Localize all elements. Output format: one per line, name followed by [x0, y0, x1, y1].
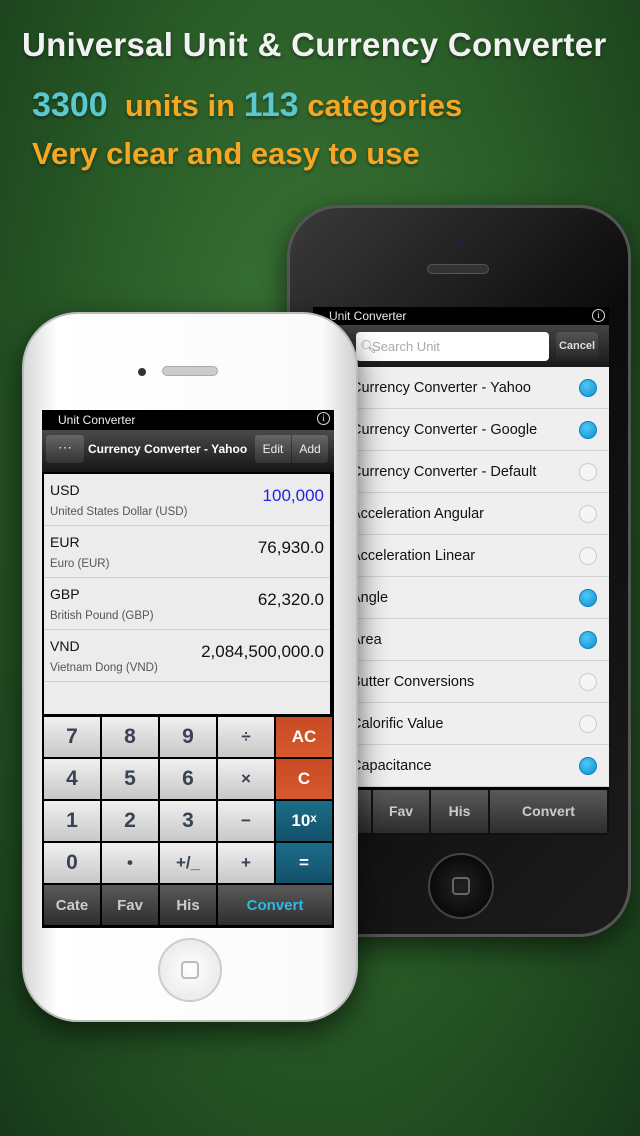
keypad: 7 8 9 ÷ AC 4 5 6 × C 1 2 3−10ˣ 0 • +/_ + = Cate Fav His Conve… [44, 717, 332, 925]
category-label: Currency Converter - Default [351, 464, 537, 480]
tab-his[interactable]: His [431, 790, 488, 833]
key-five[interactable]: 5 [102, 759, 158, 799]
key-two[interactable]: 2 [102, 801, 158, 841]
category-label: Acceleration Angular [351, 506, 484, 522]
key-seven[interactable]: 7 [44, 717, 100, 757]
tab-convert[interactable]: Convert [490, 790, 607, 833]
tagline: Very clear and easy to use [32, 136, 420, 171]
speaker-icon [427, 264, 489, 274]
category-label: Calorific Value [351, 716, 444, 732]
headline-units: 3300 units in 113 categories [32, 86, 462, 125]
key-zero[interactable]: 0 [44, 843, 100, 883]
speaker-icon [162, 366, 218, 376]
unselected-dot-icon[interactable] [579, 715, 597, 733]
categories-text: categories [307, 88, 463, 123]
home-square-icon [181, 961, 199, 979]
currency-code: VND [50, 638, 80, 654]
currency-row[interactable]: EUR Euro (EUR) 76,930.0 [44, 526, 330, 578]
search-placeholder: Search Unit [372, 339, 440, 354]
search-input[interactable]: 🔍︎ Search Unit [356, 332, 549, 361]
currency-value: 2,084,500,000.0 [201, 642, 324, 661]
key-exponent[interactable]: 10ˣ [276, 801, 332, 841]
category-menu-button[interactable]: ⋯ [46, 435, 84, 463]
key-nine[interactable]: 9 [160, 717, 216, 757]
key-equals[interactable]: = [276, 843, 332, 883]
currency-value: 76,930.0 [257, 538, 324, 557]
selected-dot-icon[interactable] [579, 757, 597, 775]
home-button[interactable] [158, 938, 222, 1002]
edit-button[interactable]: Edit [255, 435, 291, 463]
category-label: Currency Converter - Yahoo [351, 380, 531, 396]
currency-value: 100,000 [262, 486, 324, 505]
currency-name: United States Dollar (USD) [50, 506, 188, 518]
currency-name: Vietnam Dong (VND) [50, 662, 158, 674]
toolbar-title: Currency Converter - Yahoo [88, 442, 248, 456]
selected-dot-icon[interactable] [579, 421, 597, 439]
cancel-button[interactable]: Cancel [556, 332, 598, 361]
tab-his[interactable]: His [160, 885, 216, 925]
unselected-dot-icon[interactable] [579, 673, 597, 691]
camera-icon [138, 368, 146, 376]
key-divide[interactable]: ÷ [218, 717, 274, 757]
dots-icon: ⋯ [58, 439, 72, 455]
key-minus[interactable]: − [218, 801, 274, 841]
currency-row[interactable]: USD United States Dollar (USD) 100,000 [44, 474, 330, 526]
currency-name: Euro (EUR) [50, 558, 110, 570]
status-title: Unit Converter [58, 413, 136, 427]
units-count: 3300 [32, 86, 108, 124]
toolbar: ⋯ Currency Converter - Yahoo Edit Add [42, 430, 334, 472]
status-bar: Unit Converter i [313, 307, 609, 325]
currency-code: GBP [50, 586, 80, 602]
currency-list: USD United States Dollar (USD) 100,000 EUR E… [44, 474, 330, 714]
currency-name: British Pound (GBP) [50, 610, 154, 622]
key-multiply[interactable]: × [218, 759, 274, 799]
unselected-dot-icon[interactable] [579, 463, 597, 481]
headline-title: Universal Unit & Currency Converter [22, 26, 607, 63]
key-all-clear[interactable]: AC [276, 717, 332, 757]
key-decimal[interactable]: • [102, 843, 158, 883]
key-six[interactable]: 6 [160, 759, 216, 799]
key-plus[interactable]: + [218, 843, 274, 883]
home-button[interactable] [428, 853, 494, 919]
key-clear[interactable]: C [276, 759, 332, 799]
currency-row[interactable]: GBP British Pound (GBP) 62,320.0 [44, 578, 330, 630]
selected-dot-icon[interactable] [579, 631, 597, 649]
tab-fav[interactable]: Fav [373, 790, 429, 833]
home-square-icon [452, 877, 470, 895]
category-label: Acceleration Linear [351, 548, 476, 564]
category-label: Butter Conversions [351, 674, 475, 690]
key-eight[interactable]: 8 [102, 717, 158, 757]
status-title: Unit Converter [329, 309, 407, 323]
tab-fav[interactable]: Fav [102, 885, 158, 925]
camera-icon [455, 236, 467, 248]
front-phone-screen: Unit Converter i ⋯ Currency Converter - Y… [42, 410, 334, 928]
key-one[interactable]: 1 [44, 801, 100, 841]
currency-code: USD [50, 482, 80, 498]
selected-dot-icon[interactable] [579, 379, 597, 397]
info-icon[interactable]: i [592, 309, 605, 322]
tab-cate[interactable]: Cate [44, 885, 100, 925]
key-four[interactable]: 4 [44, 759, 100, 799]
unselected-dot-icon[interactable] [579, 547, 597, 565]
unselected-dot-icon[interactable] [579, 505, 597, 523]
categories-count: 113 [243, 86, 299, 124]
currency-code: EUR [50, 534, 80, 550]
category-label: Capacitance [351, 758, 432, 774]
key-sign[interactable]: +/_ [160, 843, 216, 883]
status-bar: Unit Converter i [42, 410, 334, 430]
currency-row[interactable]: VND Vietnam Dong (VND) 2,084,500,000.0 [44, 630, 330, 682]
info-icon[interactable]: i [317, 412, 330, 425]
category-label: Currency Converter - Google [351, 422, 538, 438]
currency-value: 62,320.0 [257, 590, 324, 609]
key-three[interactable]: 3 [160, 801, 216, 841]
units-text: units in [124, 88, 236, 123]
add-button[interactable]: Add [292, 435, 328, 463]
selected-dot-icon[interactable] [579, 589, 597, 607]
search-icon: 🔍︎ [360, 339, 377, 354]
tab-convert[interactable]: Convert [218, 885, 332, 925]
